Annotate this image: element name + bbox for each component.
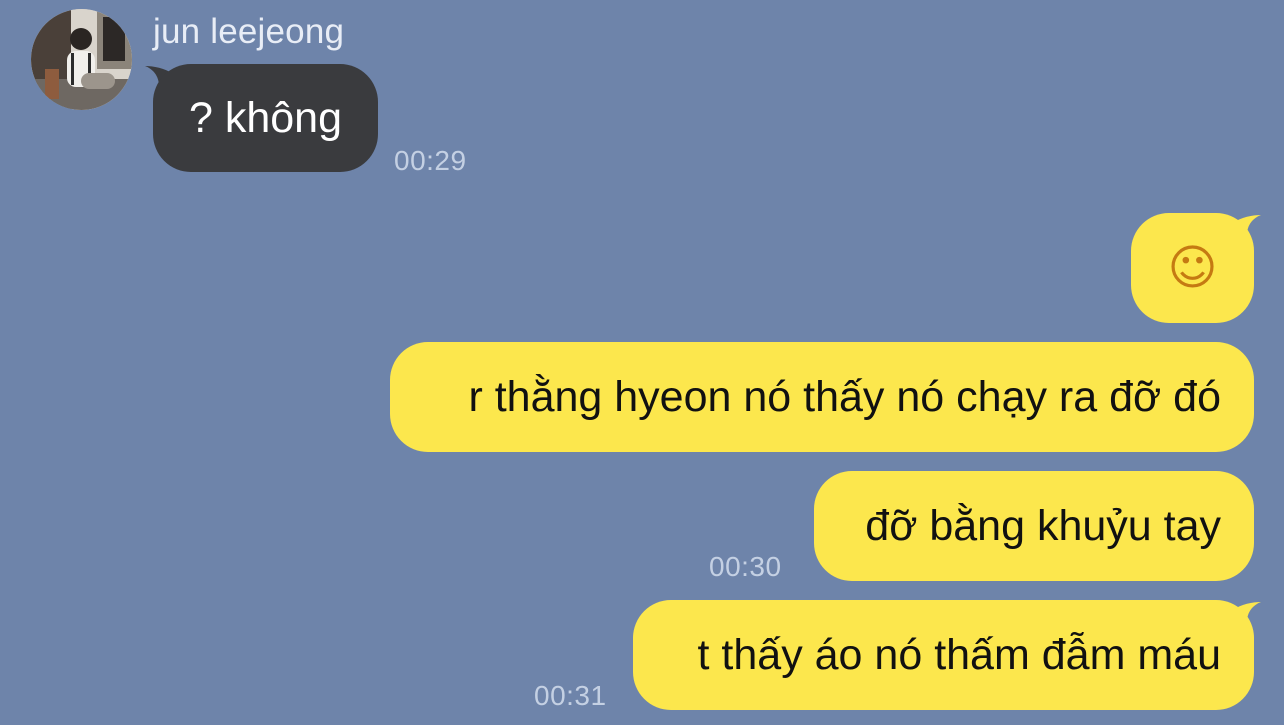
- outgoing-message-bubble[interactable]: t thấy áo nó thấm đẫm máu: [633, 600, 1254, 710]
- outgoing-message-text: r thằng hyeon nó thấy nó chạy ra đỡ đó: [468, 372, 1221, 421]
- outgoing-message-text: t thấy áo nó thấm đẫm máu: [697, 630, 1221, 679]
- chat-thread: jun leejeong ? không 00:29 ☺ r thằng hye…: [0, 0, 1284, 725]
- smiling-face-emoji-icon: ☺: [1167, 240, 1218, 296]
- sender-avatar[interactable]: [31, 9, 132, 110]
- outgoing-message-bubble[interactable]: đỡ bằng khuỷu tay: [814, 471, 1254, 581]
- incoming-message-bubble[interactable]: ? không: [153, 64, 378, 172]
- sender-name: jun leejeong: [153, 12, 345, 51]
- incoming-message-text: ? không: [188, 93, 343, 142]
- outgoing-message-text: đỡ bằng khuỷu tay: [865, 501, 1221, 550]
- outgoing-message-bubble[interactable]: r thằng hyeon nó thấy nó chạy ra đỡ đó: [390, 342, 1254, 452]
- outgoing-message-bubble-emoji[interactable]: ☺: [1131, 213, 1254, 323]
- outgoing-timestamp: 00:30: [709, 551, 782, 582]
- outgoing-timestamp: 00:31: [534, 680, 607, 711]
- avatar-photo-icon: [31, 9, 132, 110]
- incoming-timestamp: 00:29: [394, 145, 467, 176]
